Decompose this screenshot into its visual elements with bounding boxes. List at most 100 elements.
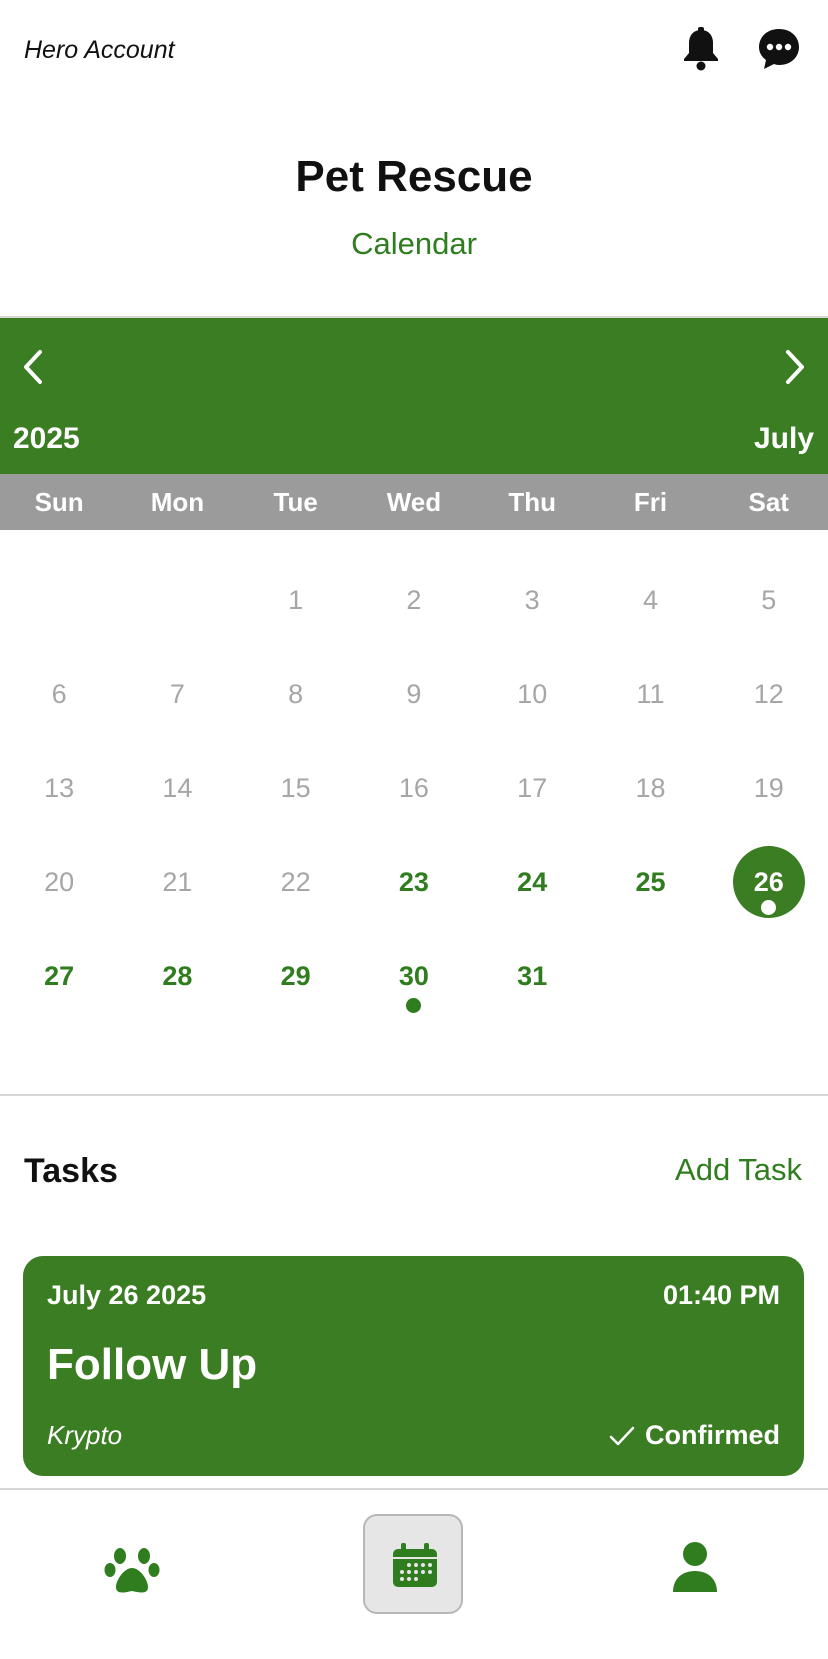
- bottom-nav: [0, 1488, 828, 1659]
- weekday-label: Mon: [150, 487, 205, 517]
- task-time: 01:40 PM: [662, 1280, 780, 1310]
- weekday-label: Fri: [633, 487, 668, 517]
- tasks-title: Tasks: [24, 1152, 118, 1190]
- calendar-day[interactable]: 27: [0, 941, 118, 1035]
- calendar-day[interactable]: 19: [710, 753, 828, 847]
- calendar-day[interactable]: 20: [0, 847, 118, 941]
- calendar-day[interactable]: 10: [473, 659, 591, 753]
- calendar-day[interactable]: 3: [473, 565, 591, 659]
- calendar-day[interactable]: 17: [473, 753, 591, 847]
- calendar-day[interactable]: 30: [355, 941, 473, 1035]
- calendar-day[interactable]: 26: [710, 846, 828, 941]
- calendar-day-number: 16: [398, 773, 429, 803]
- calendar-day[interactable]: 1: [237, 565, 355, 659]
- person-icon[interactable]: [670, 1540, 720, 1596]
- calendar-empty-cell: [591, 941, 709, 1035]
- calendar-day[interactable]: 24: [473, 847, 591, 941]
- calendar-day[interactable]: 11: [591, 659, 709, 753]
- calendar-day[interactable]: 4: [591, 565, 709, 659]
- calendar-month: July: [753, 422, 814, 455]
- calendar-day-number: 22: [280, 867, 311, 897]
- bell-icon[interactable]: [678, 26, 724, 72]
- calendar-day[interactable]: 5: [710, 565, 828, 659]
- page-subtitle: Calendar: [351, 226, 477, 261]
- calendar-divider: [0, 1094, 828, 1096]
- calendar-day[interactable]: 8: [237, 659, 355, 753]
- chevron-right-icon[interactable]: [774, 344, 814, 390]
- calendar-day-number: 29: [280, 961, 311, 991]
- calendar-day[interactable]: 25: [591, 847, 709, 941]
- weekday-label: Tue: [273, 487, 318, 517]
- paw-icon[interactable]: [104, 1542, 160, 1598]
- task-card[interactable]: July 26 2025 01:40 PM Follow Up Krypto C…: [23, 1256, 804, 1476]
- calendar-day-number: 5: [761, 585, 777, 615]
- calendar-day-number: 18: [635, 773, 666, 803]
- calendar-day-number: 3: [524, 585, 540, 615]
- calendar-day[interactable]: 21: [118, 847, 236, 941]
- calendar-day-number: 1: [288, 585, 304, 615]
- calendar-header: 2025 July: [0, 318, 828, 474]
- account-label[interactable]: Hero Account: [24, 36, 175, 65]
- calendar-day[interactable]: 9: [355, 659, 473, 753]
- calendar-day[interactable]: 7: [118, 659, 236, 753]
- calendar-week-row: 20 21 22 23 24 25 26: [0, 846, 828, 941]
- calendar-day-number: 28: [162, 961, 193, 991]
- calendar-day-number: 4: [642, 585, 658, 615]
- calendar-day[interactable]: 14: [118, 753, 236, 847]
- calendar-day[interactable]: 6: [0, 659, 118, 753]
- calendar-day[interactable]: 18: [591, 753, 709, 847]
- chevron-left-icon[interactable]: [14, 344, 54, 390]
- calendar-day-number: 15: [280, 773, 311, 803]
- calendar-empty-cell: [710, 941, 828, 1035]
- calendar-day-number: 26: [753, 867, 784, 897]
- calendar-week-row: 27 28 29 30 31: [0, 941, 828, 1035]
- calendar-empty-cell: [118, 565, 236, 659]
- calendar-day[interactable]: 12: [710, 659, 828, 753]
- calendar-grid: 1 2 3 4 5 6 7 8 9 10 11 12 13 14 15 16 17 18 19 20 21 22 23 24 2…: [0, 565, 828, 1035]
- calendar-day-number: 31: [517, 961, 548, 991]
- calendar-day-number: 14: [162, 773, 193, 803]
- weekday-label: Sat: [748, 487, 789, 517]
- add-task-button[interactable]: Add Task: [675, 1152, 802, 1188]
- weekday-label: Thu: [508, 487, 557, 517]
- calendar-day-number: 12: [753, 679, 784, 709]
- top-bar: Hero Account: [0, 0, 828, 100]
- calendar-day-number: 8: [288, 679, 304, 709]
- calendar-week-row: 1 2 3 4 5: [0, 565, 828, 659]
- chat-bubble-icon[interactable]: [756, 26, 802, 72]
- calendar-icon: [393, 1543, 437, 1587]
- calendar-day-number: 7: [169, 679, 185, 709]
- calendar-day-number: 27: [44, 961, 75, 991]
- calendar-day-number: 6: [51, 679, 67, 709]
- task-pet-name: Krypto: [47, 1420, 123, 1450]
- calendar-day[interactable]: 2: [355, 565, 473, 659]
- calendar-day-number: 9: [406, 679, 422, 709]
- calendar-day-number: 25: [635, 867, 666, 897]
- calendar-day[interactable]: 15: [237, 753, 355, 847]
- calendar-day-number: 19: [753, 773, 784, 803]
- calendar-day[interactable]: 29: [237, 941, 355, 1035]
- calendar-day-number: 10: [517, 679, 548, 709]
- calendar-day-number: 21: [162, 867, 193, 897]
- calendar-day-number: 24: [517, 867, 548, 897]
- checkmark-icon: [609, 1426, 635, 1445]
- calendar-day[interactable]: 16: [355, 753, 473, 847]
- weekday-label: Sun: [34, 487, 84, 517]
- calendar-day-number: 17: [517, 773, 548, 803]
- task-date: July 26 2025: [47, 1280, 207, 1310]
- weekday-row: Sun Mon Tue Wed Thu Fri Sat: [0, 474, 828, 530]
- calendar-day[interactable]: 22: [237, 847, 355, 941]
- calendar-nav-button[interactable]: [363, 1514, 463, 1614]
- calendar-empty-cell: [0, 565, 118, 659]
- calendar-day[interactable]: 28: [118, 941, 236, 1035]
- calendar-day-number: 30: [398, 961, 429, 991]
- calendar-day-number: 23: [398, 867, 429, 897]
- calendar-day[interactable]: 31: [473, 941, 591, 1035]
- calendar-week-row: 13 14 15 16 17 18 19: [0, 753, 828, 847]
- task-status-label: Confirmed: [645, 1420, 780, 1450]
- app-title: Pet Rescue: [295, 152, 533, 201]
- task-title: Follow Up: [47, 1340, 258, 1389]
- calendar-day[interactable]: 13: [0, 753, 118, 847]
- calendar-day[interactable]: 23: [355, 847, 473, 941]
- calendar-day-number: 13: [44, 773, 75, 803]
